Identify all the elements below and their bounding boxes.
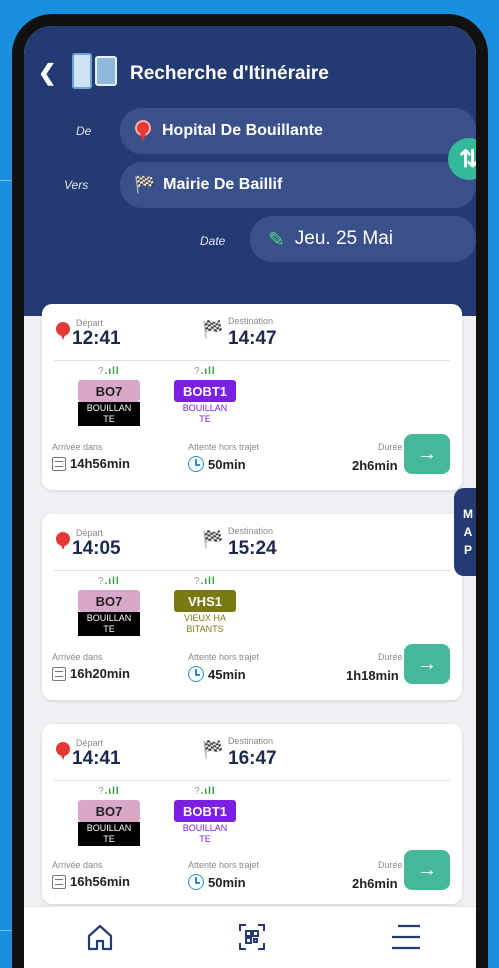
- arrival-in-label: Arrivée dans: [52, 860, 103, 870]
- qr-scan-icon[interactable]: [232, 919, 272, 955]
- signal-icon: ?.ıll: [98, 786, 120, 797]
- date-value: Jeu. 25 Mai: [294, 228, 393, 249]
- date-field[interactable]: ✎ Jeu. 25 Mai: [250, 216, 476, 262]
- clock-icon: [188, 456, 204, 472]
- map-tab-button[interactable]: M A P: [454, 488, 476, 576]
- signal-icon: ?.ıll: [194, 786, 216, 797]
- arrival-in-label: Arrivée dans: [52, 652, 103, 662]
- wait-label: Attente hors trajet: [188, 442, 260, 452]
- line-badge: BO7: [78, 380, 140, 402]
- duration-label: Durée: [378, 860, 403, 870]
- to-field[interactable]: 🏁 Mairie De Baillif: [120, 162, 476, 208]
- depart-time: 14:05: [72, 538, 121, 559]
- destination-label: Destination: [228, 526, 274, 536]
- duration-label: Durée: [378, 652, 403, 662]
- checkered-flag-icon: 🏁: [134, 175, 156, 194]
- depart-label: Départ: [76, 738, 104, 748]
- from-value: Hopital De Bouillante: [162, 122, 323, 139]
- home-icon[interactable]: [80, 919, 120, 955]
- destination-label: Destination: [228, 316, 274, 326]
- arrive-time: 15:24: [228, 538, 277, 559]
- arrival-in-value: 16h56min: [52, 874, 130, 889]
- divider: [54, 780, 450, 781]
- wait-value: 50min: [188, 874, 246, 890]
- app-logo: [68, 50, 120, 92]
- duration-value: 1h18min: [346, 668, 399, 683]
- back-arrow-icon[interactable]: ❮: [38, 60, 56, 86]
- line-destination: BOUILLAN TE: [78, 822, 140, 846]
- header: ❮ Recherche d'Itinéraire De Hopital De B…: [24, 26, 476, 316]
- phone-frame: ❮ Recherche d'Itinéraire De Hopital De B…: [12, 14, 488, 968]
- wait-label: Attente hors trajet: [188, 860, 260, 870]
- wait-value: 45min: [188, 666, 246, 682]
- line-badge: VHS1: [174, 590, 236, 612]
- map-pin-icon: [56, 322, 70, 340]
- map-pin-icon: [56, 532, 70, 550]
- arrive-time: 14:47: [228, 328, 277, 349]
- depart-time: 14:41: [72, 748, 121, 769]
- to-value: Mairie De Baillif: [163, 176, 283, 193]
- from-field[interactable]: Hopital De Bouillante: [120, 108, 476, 154]
- line-destination: VIEUX HA BITANTS: [174, 612, 236, 636]
- line-badge: BO7: [78, 800, 140, 822]
- go-arrow-button[interactable]: →: [404, 644, 450, 684]
- line-destination: BOUILLAN TE: [174, 402, 236, 426]
- signal-icon: ?.ıll: [98, 366, 120, 377]
- menu-icon[interactable]: [386, 919, 426, 955]
- bottom-nav: [24, 906, 476, 968]
- duration-value: 2h6min: [352, 876, 398, 891]
- arrival-in-label: Arrivée dans: [52, 442, 103, 452]
- duration-label: Durée: [378, 442, 403, 452]
- signal-icon: ?.ıll: [194, 576, 216, 587]
- trip-card[interactable]: Départ 14:41 🏁 Destination 16:47 ?.ıll B…: [42, 724, 462, 904]
- trip-card[interactable]: Départ 12:41 🏁 Destination 14:47 ?.ıll B…: [42, 304, 462, 490]
- go-arrow-button[interactable]: →: [404, 850, 450, 890]
- line-badge: BO7: [78, 590, 140, 612]
- arrival-in-value: 14h56min: [52, 456, 130, 471]
- arrival-in-value: 16h20min: [52, 666, 130, 681]
- page-title: Recherche d'Itinéraire: [130, 63, 329, 84]
- checkered-flag-icon: 🏁: [202, 530, 224, 549]
- line-badge: BOBT1: [174, 800, 236, 822]
- checkered-flag-icon: 🏁: [202, 740, 224, 759]
- date-label: Date: [200, 234, 226, 248]
- to-label: Vers: [64, 178, 89, 192]
- go-arrow-button[interactable]: →: [404, 434, 450, 474]
- wait-label: Attente hors trajet: [188, 652, 260, 662]
- checkered-flag-icon: 🏁: [202, 320, 224, 339]
- trip-list[interactable]: Départ 12:41 🏁 Destination 14:47 ?.ıll B…: [24, 304, 476, 904]
- map-pin-icon: [134, 120, 152, 142]
- from-label: De: [76, 124, 92, 138]
- bus-icon: [52, 666, 66, 681]
- bus-icon: [52, 874, 66, 889]
- trip-card[interactable]: Départ 14:05 🏁 Destination 15:24 ?.ıll B…: [42, 514, 462, 700]
- line-badge: BOBT1: [174, 380, 236, 402]
- map-pin-icon: [56, 742, 70, 760]
- bus-icon: [52, 456, 66, 471]
- pencil-icon: ✎: [268, 228, 285, 251]
- clock-icon: [188, 666, 204, 682]
- line-destination: BOUILLAN TE: [174, 822, 236, 846]
- line-destination: BOUILLAN TE: [78, 612, 140, 636]
- depart-label: Départ: [76, 318, 104, 328]
- clock-icon: [188, 874, 204, 890]
- app-screen: ❮ Recherche d'Itinéraire De Hopital De B…: [24, 26, 476, 968]
- depart-time: 12:41: [72, 328, 121, 349]
- divider: [54, 570, 450, 571]
- divider: [54, 360, 450, 361]
- depart-label: Départ: [76, 528, 104, 538]
- wait-value: 50min: [188, 456, 246, 472]
- destination-label: Destination: [228, 736, 274, 746]
- duration-value: 2h6min: [352, 458, 398, 473]
- arrive-time: 16:47: [228, 748, 277, 769]
- line-destination: BOUILLAN TE: [78, 402, 140, 426]
- signal-icon: ?.ıll: [194, 366, 216, 377]
- signal-icon: ?.ıll: [98, 576, 120, 587]
